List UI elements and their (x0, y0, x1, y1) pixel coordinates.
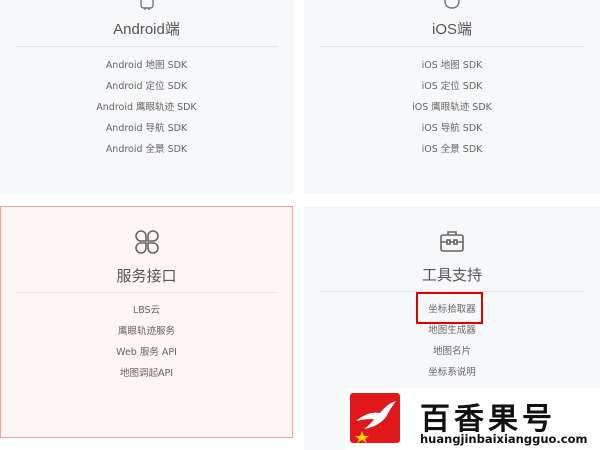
clover-grid-icon (134, 230, 159, 254)
android-card-title: Android端 (113, 21, 180, 38)
service-link-list: LBS云 鹰眼轨迹服务 Web 服务 API 地图调起API (1, 300, 292, 384)
link-ios-location-sdk[interactable]: iOS 定位 SDK (304, 76, 600, 97)
link-track-service[interactable]: 鹰眼轨迹服务 (1, 321, 292, 342)
link-android-map-sdk[interactable]: Android 地图 SDK (0, 55, 293, 76)
divider (16, 292, 277, 293)
divider (319, 46, 585, 47)
tools-card-title: 工具支持 (421, 267, 482, 284)
link-map-card[interactable]: 地图名片 (304, 341, 600, 362)
service-card[interactable]: 服务接口 LBS云 鹰眼轨迹服务 Web 服务 API 地图调起API (0, 206, 293, 438)
watermark-url: huangjinbaixiangguo.com (420, 432, 588, 446)
android-link-list: Android 地图 SDK Android 定位 SDK Android 鹰眼… (0, 55, 293, 160)
ios-link-list: iOS 地图 SDK iOS 定位 SDK iOS 鹰眼轨迹 SDK iOS 导… (304, 55, 600, 160)
ios-card-title: iOS端 (431, 21, 472, 38)
link-web-service-api[interactable]: Web 服务 API (1, 342, 292, 363)
link-ios-panorama-sdk[interactable]: iOS 全景 SDK (304, 139, 600, 160)
link-android-panorama-sdk[interactable]: Android 全景 SDK (0, 139, 293, 160)
link-lbs-cloud[interactable]: LBS云 (1, 300, 292, 321)
link-coordinate-system-doc[interactable]: 坐标系说明 (304, 362, 600, 383)
link-android-track-sdk[interactable]: Android 鹰眼轨迹 SDK (0, 97, 293, 118)
swallow-logo-icon (350, 393, 400, 443)
highlight-box (416, 292, 483, 324)
apple-icon (444, 0, 460, 9)
ios-card: iOS端 iOS 地图 SDK iOS 定位 SDK iOS 鹰眼轨迹 SDK … (304, 0, 600, 195)
android-icon (139, 0, 154, 10)
service-card-title: 服务接口 (116, 268, 177, 285)
watermark: 百香果号 huangjinbaixiangguo.com (345, 388, 600, 450)
toolbox-icon (440, 231, 464, 252)
android-card: Android端 Android 地图 SDK Android 定位 SDK A… (0, 0, 293, 195)
link-ios-nav-sdk[interactable]: iOS 导航 SDK (304, 118, 600, 139)
divider (15, 46, 278, 47)
link-ios-map-sdk[interactable]: iOS 地图 SDK (304, 55, 600, 76)
link-android-nav-sdk[interactable]: Android 导航 SDK (0, 118, 293, 139)
link-android-location-sdk[interactable]: Android 定位 SDK (0, 76, 293, 97)
link-ios-track-sdk[interactable]: iOS 鹰眼轨迹 SDK (304, 97, 600, 118)
link-map-invoke-api[interactable]: 地图调起API (1, 363, 292, 384)
